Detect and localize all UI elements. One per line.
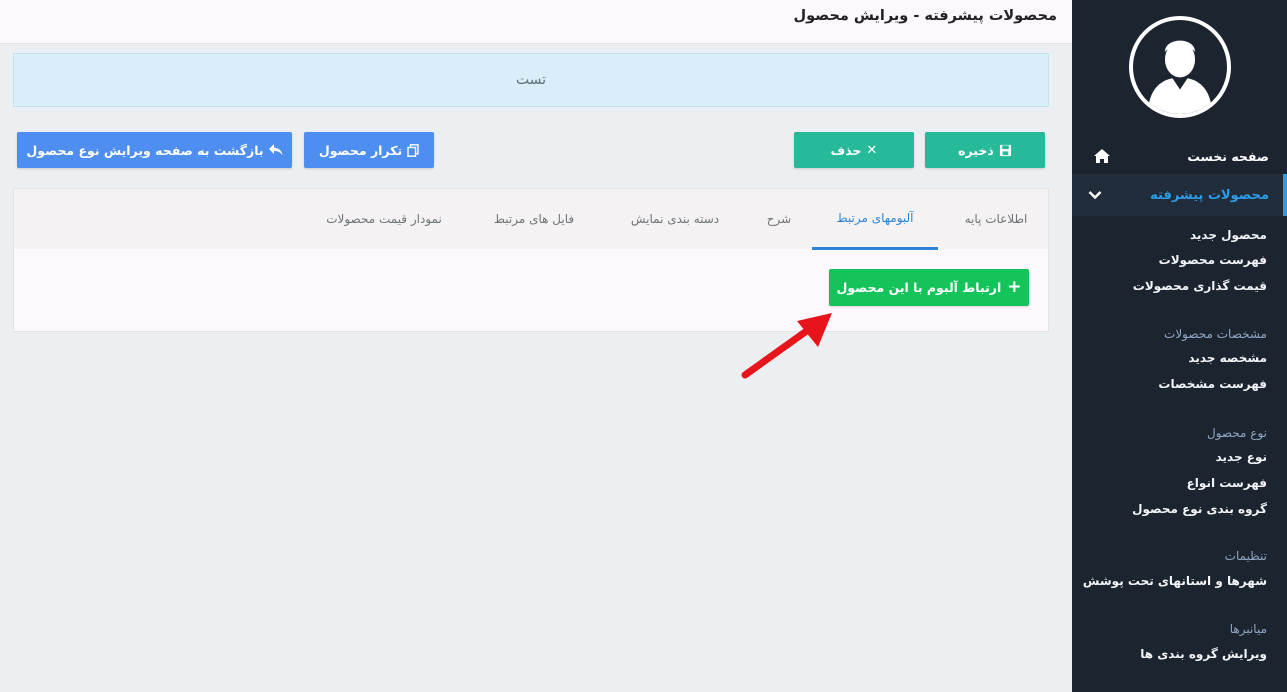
link-album-button[interactable]: + ارتباط آلبوم با این محصول	[829, 269, 1029, 306]
sidebar-link-new-product[interactable]: محصول جدید	[1190, 228, 1267, 242]
tab-related-files[interactable]: فایل های مرتبط	[474, 189, 594, 249]
back-to-product-type-button[interactable]: بازگشت به صفحه ویرایش نوع محصول	[17, 132, 292, 168]
sidebar-link-product-pricing[interactable]: قیمت گذاری محصولات	[1133, 279, 1267, 293]
delete-button[interactable]: ✕ حذف	[794, 132, 914, 168]
duplicate-button-label: تکرار محصول	[318, 142, 403, 158]
sidebar: صفحه نخست محصولات پیشرفته محصول جدید فهر…	[1072, 0, 1287, 692]
sidebar-heading-settings: تنظیمات	[1224, 549, 1267, 563]
sidebar-active-label: محصولات پیشرفته	[1150, 187, 1269, 203]
sidebar-heading-shortcuts: میانبرها	[1229, 622, 1267, 636]
red-arrow-annotation	[741, 313, 832, 379]
tab-bar: اطلاعات پایه آلبومهای مرتبط شرح دسته بند…	[14, 189, 1048, 250]
sidebar-item-advanced-products[interactable]: محصولات پیشرفته	[1072, 174, 1287, 216]
sidebar-item-home[interactable]: صفحه نخست	[1072, 140, 1287, 172]
tab-price-chart[interactable]: نمودار قیمت محصولات	[304, 189, 464, 249]
sidebar-heading-product-type: نوع محصول	[1206, 426, 1267, 440]
chevron-down-icon	[1088, 191, 1102, 200]
top-header: محصولات پیشرفته - ویرایش محصول	[0, 0, 1072, 44]
duplicate-button[interactable]: تکرار محصول	[304, 132, 434, 168]
user-icon	[1148, 40, 1212, 114]
home-icon	[1094, 149, 1110, 163]
link-album-button-label: ارتباط آلبوم با این محصول	[836, 280, 1002, 295]
info-banner: تست	[13, 53, 1049, 107]
tab-basic-info[interactable]: اطلاعات پایه	[944, 189, 1048, 249]
tab-description[interactable]: شرح	[754, 189, 804, 249]
reply-arrow-icon	[268, 144, 283, 156]
sidebar-link-edit-groupings[interactable]: ویرایش گروه بندی ها	[1140, 647, 1267, 661]
tab-display-category[interactable]: دسته بندی نمایش	[604, 189, 746, 249]
sidebar-link-type-grouping[interactable]: گروه بندی نوع محصول	[1132, 502, 1267, 516]
product-tabs-panel: اطلاعات پایه آلبومهای مرتبط شرح دسته بند…	[13, 188, 1049, 332]
delete-button-label: حذف	[830, 142, 862, 158]
page-title: محصولات پیشرفته - ویرایش محصول	[793, 8, 1057, 24]
sidebar-link-new-type[interactable]: نوع جدید	[1216, 450, 1267, 464]
info-banner-text: تست	[515, 72, 547, 88]
floppy-disk-icon	[999, 144, 1011, 156]
copy-icon	[407, 143, 419, 157]
sidebar-link-covered-cities[interactable]: شهرها و استانهای تحت پوشش	[1083, 574, 1267, 588]
sidebar-link-new-spec[interactable]: مشخصه جدید	[1188, 351, 1267, 365]
save-button[interactable]: ذخیره	[925, 132, 1045, 168]
plus-icon: +	[1007, 277, 1022, 297]
sidebar-link-spec-list[interactable]: فهرست مشخصات	[1158, 377, 1267, 391]
sidebar-home-label: صفحه نخست	[1187, 148, 1269, 164]
sidebar-link-type-list[interactable]: فهرست انواع	[1187, 476, 1267, 490]
close-icon: ✕	[866, 142, 878, 158]
sidebar-link-product-list[interactable]: فهرست محصولات	[1159, 253, 1267, 267]
sidebar-heading-specs: مشخصات محصولات	[1164, 327, 1267, 341]
user-avatar[interactable]	[1129, 16, 1231, 118]
back-button-label: بازگشت به صفحه ویرایش نوع محصول	[26, 142, 264, 158]
tab-related-albums[interactable]: آلبومهای مرتبط	[812, 189, 938, 250]
save-button-label: ذخیره	[958, 142, 994, 158]
